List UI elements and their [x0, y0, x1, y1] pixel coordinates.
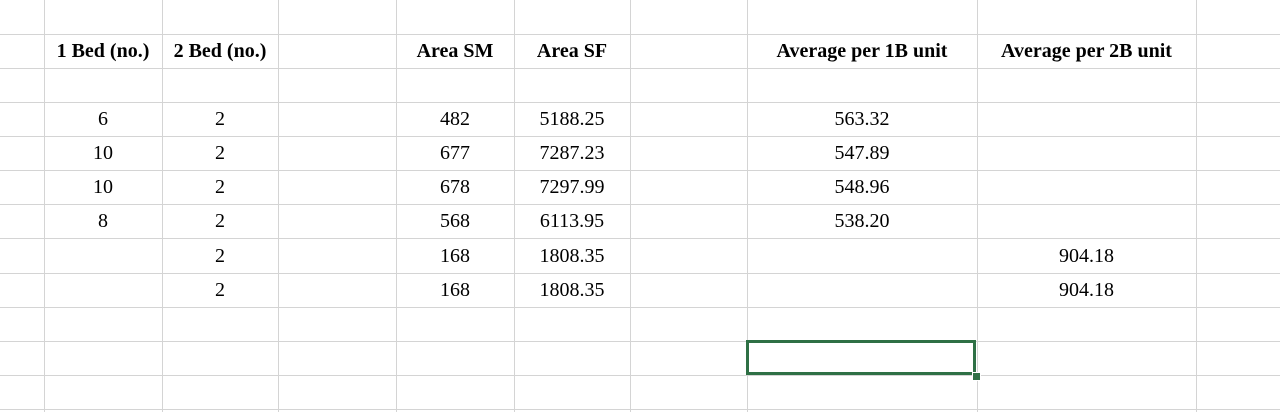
cell-1-bed[interactable]: [44, 239, 162, 273]
cell-1-bed[interactable]: 10: [44, 136, 162, 170]
cell-average-2b[interactable]: [977, 204, 1196, 238]
cell-average-1b[interactable]: [747, 273, 977, 307]
cell-average-2b[interactable]: [977, 102, 1196, 136]
cell-2-bed[interactable]: 2: [162, 170, 278, 204]
row-divider: [0, 341, 1280, 342]
cell-average-2b[interactable]: [977, 136, 1196, 170]
cell-average-1b[interactable]: 563.32: [747, 102, 977, 136]
cell-area-sm[interactable]: 678: [396, 170, 514, 204]
header-1-bed[interactable]: 1 Bed (no.): [44, 34, 162, 68]
spreadsheet-grid[interactable]: 1 Bed (no.) 2 Bed (no.) Area SM Area SF …: [0, 0, 1280, 412]
row-divider: [0, 68, 1280, 69]
cell-1-bed[interactable]: 10: [44, 170, 162, 204]
cell-2-bed[interactable]: 2: [162, 102, 278, 136]
cell-area-sm[interactable]: 168: [396, 273, 514, 307]
cell-area-sf[interactable]: 7297.99: [514, 170, 630, 204]
cell-average-1b[interactable]: 547.89: [747, 136, 977, 170]
column-divider: [630, 0, 631, 412]
cell-2-bed[interactable]: 2: [162, 204, 278, 238]
cell-average-1b[interactable]: [747, 239, 977, 273]
row-divider: [0, 375, 1280, 376]
cell-1-bed[interactable]: 6: [44, 102, 162, 136]
cell-average-1b[interactable]: 538.20: [747, 204, 977, 238]
cell-average-2b[interactable]: 904.18: [977, 239, 1196, 273]
column-divider: [278, 0, 279, 412]
cell-1-bed[interactable]: [44, 273, 162, 307]
cell-area-sm[interactable]: 168: [396, 239, 514, 273]
fill-handle[interactable]: [972, 372, 981, 381]
row-divider: [0, 307, 1280, 308]
header-area-sm[interactable]: Area SM: [396, 34, 514, 68]
row-divider: [0, 409, 1280, 410]
header-average-1b-unit[interactable]: Average per 1B unit: [747, 34, 977, 68]
cell-2-bed[interactable]: 2: [162, 239, 278, 273]
cell-average-2b[interactable]: [977, 170, 1196, 204]
cell-2-bed[interactable]: 2: [162, 136, 278, 170]
cell-area-sf[interactable]: 7287.23: [514, 136, 630, 170]
cell-area-sm[interactable]: 568: [396, 204, 514, 238]
cell-area-sf[interactable]: 1808.35: [514, 273, 630, 307]
cell-area-sf[interactable]: 6113.95: [514, 204, 630, 238]
cell-area-sf[interactable]: 1808.35: [514, 239, 630, 273]
header-2-bed[interactable]: 2 Bed (no.): [162, 34, 278, 68]
cell-area-sf[interactable]: 5188.25: [514, 102, 630, 136]
cell-average-2b[interactable]: 904.18: [977, 273, 1196, 307]
cell-area-sm[interactable]: 677: [396, 136, 514, 170]
active-cell-selection[interactable]: [746, 340, 976, 375]
cell-1-bed[interactable]: 8: [44, 204, 162, 238]
cell-area-sm[interactable]: 482: [396, 102, 514, 136]
cell-average-1b[interactable]: 548.96: [747, 170, 977, 204]
header-area-sf[interactable]: Area SF: [514, 34, 630, 68]
cell-2-bed[interactable]: 2: [162, 273, 278, 307]
header-average-2b-unit[interactable]: Average per 2B unit: [977, 34, 1196, 68]
column-divider: [1196, 0, 1197, 412]
